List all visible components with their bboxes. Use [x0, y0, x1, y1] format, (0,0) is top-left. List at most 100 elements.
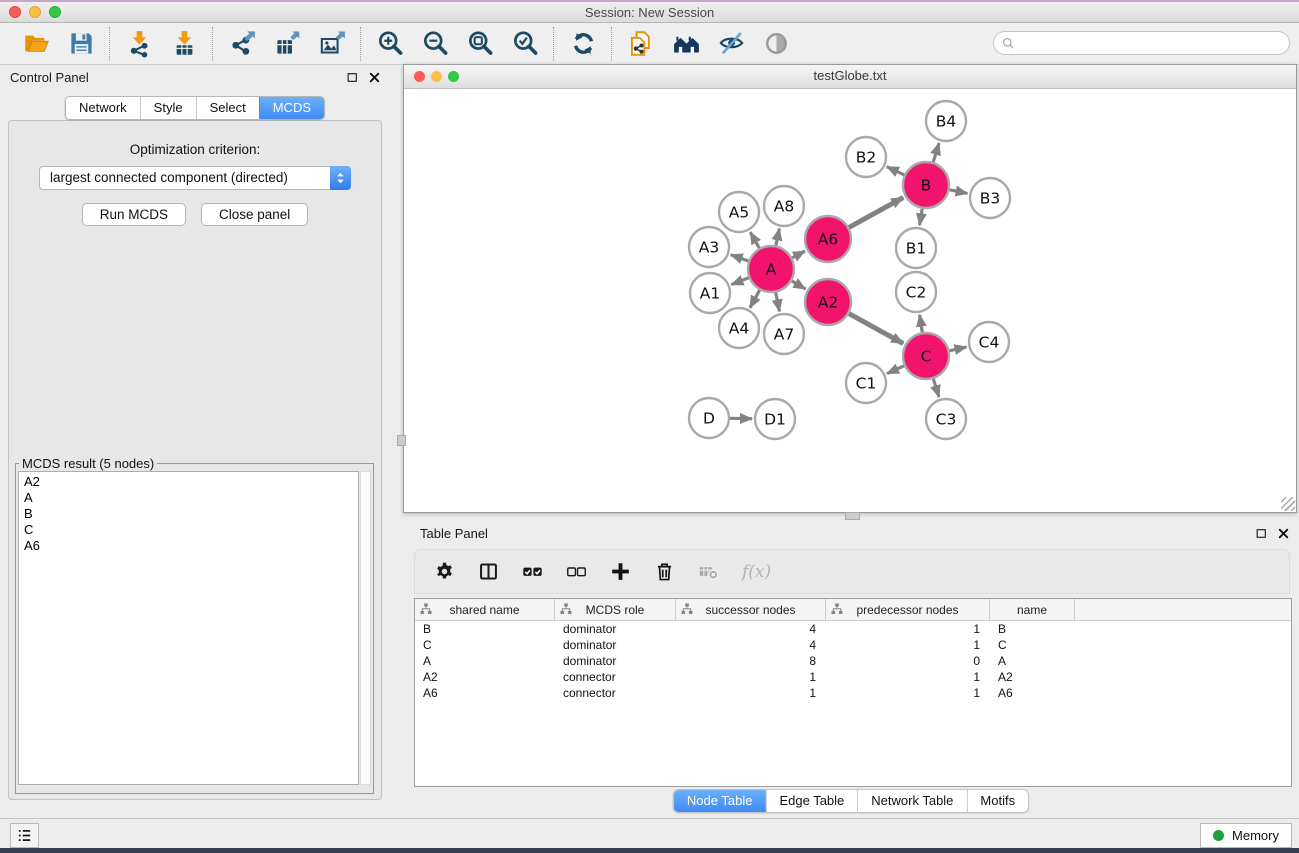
edge-A-A5[interactable]	[750, 232, 759, 248]
edge-C-C3[interactable]	[933, 379, 939, 397]
export-image-icon[interactable]	[317, 29, 347, 59]
table-row[interactable]: Cdominator41C	[415, 637, 1291, 653]
refresh-icon[interactable]	[568, 29, 598, 59]
node-A1[interactable]: A1	[690, 273, 730, 313]
export-table-icon[interactable]	[272, 29, 302, 59]
node-A[interactable]: A	[748, 246, 794, 292]
node-A8[interactable]: A8	[764, 186, 804, 226]
cell-successor-nodes[interactable]: 8	[676, 654, 826, 668]
node-C1[interactable]: C1	[846, 363, 886, 403]
tab-node-table[interactable]: Node Table	[674, 790, 766, 812]
cell-MCDS-role[interactable]: dominator	[555, 654, 676, 668]
network-close-button[interactable]	[414, 71, 425, 82]
save-session-icon[interactable]	[66, 29, 96, 59]
tab-network[interactable]: Network	[66, 97, 140, 119]
float-panel-icon[interactable]	[1254, 526, 1268, 540]
cell-successor-nodes[interactable]: 1	[676, 670, 826, 684]
node-A6[interactable]: A6	[805, 216, 851, 262]
edge-A6-B[interactable]	[849, 198, 903, 228]
tab-motifs[interactable]: Motifs	[966, 790, 1028, 812]
mcds-list-scrollbar[interactable]	[360, 471, 371, 785]
zoom-in-icon[interactable]	[375, 29, 405, 59]
edge-A-A2[interactable]	[792, 281, 806, 289]
cell-name[interactable]: A6	[990, 686, 1075, 700]
node-B1[interactable]: B1	[896, 228, 936, 268]
cell-successor-nodes[interactable]: 1	[676, 686, 826, 700]
home-icon[interactable]	[671, 29, 701, 59]
cell-MCDS-role[interactable]: connector	[555, 670, 676, 684]
node-C4[interactable]: C4	[969, 322, 1009, 362]
node-A3[interactable]: A3	[689, 227, 729, 267]
table-row[interactable]: A2connector11A2	[415, 669, 1291, 685]
edge-B-B1[interactable]	[920, 209, 923, 226]
task-history-button[interactable]	[10, 823, 39, 848]
column-header-successor-nodes[interactable]: successor nodes	[676, 599, 826, 620]
edge-C-C2[interactable]	[920, 315, 923, 333]
close-panel-icon[interactable]	[1276, 526, 1290, 540]
cell-name[interactable]: A	[990, 654, 1075, 668]
cell-successor-nodes[interactable]: 4	[676, 638, 826, 652]
import-table-icon[interactable]	[169, 29, 199, 59]
cell-shared-name[interactable]: C	[415, 638, 555, 652]
mcds-result-item[interactable]: C	[24, 522, 358, 538]
node-C3[interactable]: C3	[926, 399, 966, 439]
cell-predecessor-nodes[interactable]: 0	[826, 654, 990, 668]
node-D1[interactable]: D1	[755, 399, 795, 439]
mcds-result-item[interactable]: A6	[24, 538, 358, 554]
node-B4[interactable]: B4	[926, 101, 966, 141]
cell-name[interactable]: B	[990, 622, 1075, 636]
node-D[interactable]: D	[689, 398, 729, 438]
cell-predecessor-nodes[interactable]: 1	[826, 638, 990, 652]
table-row[interactable]: A6connector11A6	[415, 685, 1291, 701]
cell-shared-name[interactable]: A2	[415, 670, 555, 684]
float-panel-icon[interactable]	[345, 70, 359, 84]
window-resize-grip[interactable]	[1281, 497, 1295, 511]
edge-A-A8[interactable]	[776, 229, 780, 246]
network-minimize-button[interactable]	[431, 71, 442, 82]
edge-A-A3[interactable]	[731, 255, 749, 261]
tab-mcds[interactable]: MCDS	[259, 97, 324, 119]
table-settings-gear-icon[interactable]	[434, 561, 455, 582]
search-input[interactable]	[1016, 35, 1289, 52]
node-B3[interactable]: B3	[970, 178, 1010, 218]
node-C[interactable]: C	[903, 333, 949, 379]
criterion-dropdown[interactable]: largest connected component (directed)	[39, 166, 351, 190]
zoom-out-icon[interactable]	[420, 29, 450, 59]
copy-network-icon[interactable]	[626, 29, 656, 59]
cell-shared-name[interactable]: A6	[415, 686, 555, 700]
node-B[interactable]: B	[903, 162, 949, 208]
edge-B-B2[interactable]	[887, 167, 905, 175]
zoom-selected-icon[interactable]	[510, 29, 540, 59]
network-vertical-scroll-thumb[interactable]	[397, 435, 406, 446]
cell-predecessor-nodes[interactable]: 1	[826, 686, 990, 700]
tab-style[interactable]: Style	[140, 97, 196, 119]
cell-successor-nodes[interactable]: 4	[676, 622, 826, 636]
cell-shared-name[interactable]: A	[415, 654, 555, 668]
mcds-result-item[interactable]: A2	[24, 474, 358, 490]
edge-C-C4[interactable]	[949, 347, 966, 351]
cell-name[interactable]: C	[990, 638, 1075, 652]
edge-A-A7[interactable]	[776, 293, 780, 312]
mcds-result-item[interactable]: B	[24, 506, 358, 522]
table-row[interactable]: Adominator80A	[415, 653, 1291, 669]
run-mcds-button[interactable]: Run MCDS	[82, 203, 186, 226]
network-canvas[interactable]: B4B2BB3B1A5A8A6A3AA1A2C2A4A7C4CC1C3DD1	[404, 89, 1296, 512]
column-header-MCDS-role[interactable]: MCDS role	[555, 599, 676, 620]
edge-B-B3[interactable]	[950, 190, 968, 194]
tab-edge-table[interactable]: Edge Table	[765, 790, 857, 812]
cell-shared-name[interactable]: B	[415, 622, 555, 636]
close-panel-icon[interactable]	[367, 70, 381, 84]
node-C2[interactable]: C2	[896, 272, 936, 312]
zoom-fit-icon[interactable]	[465, 29, 495, 59]
cell-MCDS-role[interactable]: dominator	[555, 622, 676, 636]
cell-predecessor-nodes[interactable]: 1	[826, 622, 990, 636]
edge-A-A4[interactable]	[750, 290, 760, 308]
deselect-all-icon[interactable]	[566, 561, 587, 582]
edge-A2-C[interactable]	[849, 314, 903, 344]
edge-C-C1[interactable]	[887, 366, 904, 374]
delete-column-icon[interactable]	[654, 561, 675, 582]
column-layout-icon[interactable]	[478, 561, 499, 582]
column-header-name[interactable]: name	[990, 599, 1075, 620]
node-A4[interactable]: A4	[719, 308, 759, 348]
node-A2[interactable]: A2	[805, 279, 851, 325]
